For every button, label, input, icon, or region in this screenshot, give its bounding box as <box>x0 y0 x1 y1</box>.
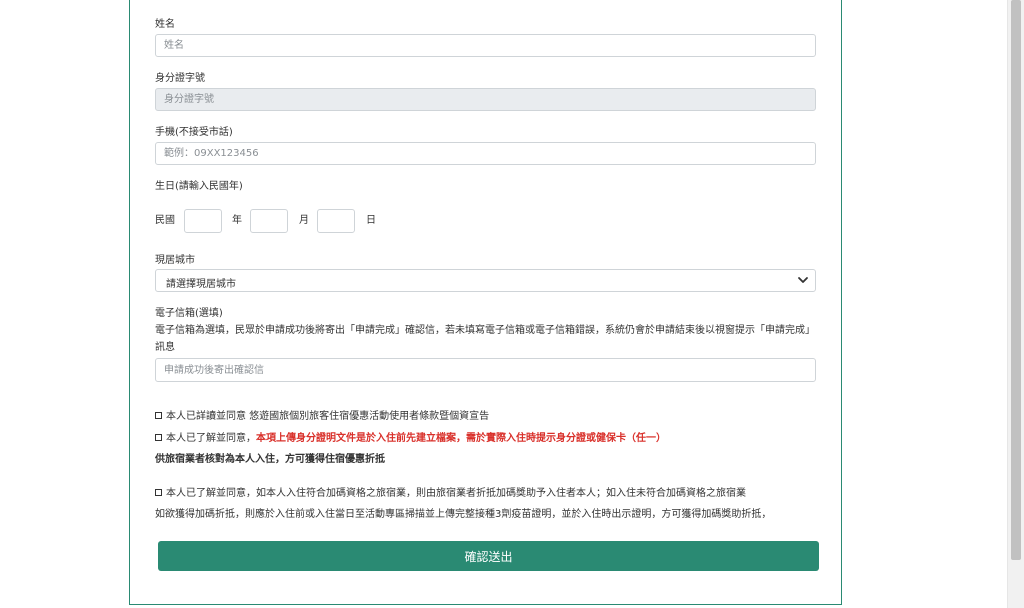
bonus-text-line-1: 本人已了解並同意，如本人入住符合加碼資格之旅宿業，則由旅宿業者折抵加碼獎助予入住… <box>166 488 746 499</box>
email-description: 電子信箱為選填，民眾於申請成功後將寄出「申請完成」確認信，若未填寫電子信箱或電子… <box>155 325 815 353</box>
submit-button[interactable]: 確認送出 <box>158 541 819 571</box>
year-label: 年 <box>232 215 242 226</box>
name-input[interactable] <box>155 34 816 57</box>
birth-month-input[interactable] <box>250 209 288 233</box>
birth-year-input[interactable] <box>184 209 222 233</box>
city-label: 現居城市 <box>155 255 195 266</box>
mobile-input[interactable] <box>155 142 816 165</box>
terms-agreement: 本人已詳讀並同意 悠遊國旅個別旅客住宿優惠活動使用者條款暨個資宣告 <box>155 407 489 422</box>
scrollbar-track[interactable] <box>1007 0 1024 608</box>
birth-day-input[interactable] <box>317 209 355 233</box>
name-label: 姓名 <box>155 19 175 30</box>
id-doc-prefix: 本人已了解並同意， <box>166 433 256 444</box>
bonus-checkbox[interactable] <box>155 488 162 496</box>
id-doc-notice: 本項上傳身分證明文件是於入住前先建立檔案，需於實際入住時提示身分證或健保卡（任一… <box>256 433 666 444</box>
email-label: 電子信箱(選填) <box>155 308 223 319</box>
era-label: 民國 <box>155 215 175 226</box>
bonus-agreement: 本人已了解並同意，如本人入住符合加碼資格之旅宿業，則由旅宿業者折抵加碼獎助予入住… <box>155 484 746 499</box>
id-doc-agreement: 本人已了解並同意，本項上傳身分證明文件是於入住前先建立檔案，需於實際入住時提示身… <box>155 429 666 444</box>
terms-text: 本人已詳讀並同意 悠遊國旅個別旅客住宿優惠活動使用者條款暨個資宣告 <box>166 411 490 422</box>
terms-checkbox[interactable] <box>155 411 162 419</box>
city-selected-value: 請選擇現居城市 <box>166 279 236 290</box>
scrollbar-thumb[interactable] <box>1011 0 1021 560</box>
mobile-label: 手機(不接受市話) <box>155 127 233 138</box>
day-label: 日 <box>366 215 376 226</box>
city-select[interactable]: 請選擇現居城市 <box>155 269 816 292</box>
id-doc-checkbox[interactable] <box>155 433 162 441</box>
month-label: 月 <box>299 215 309 226</box>
chevron-down-icon <box>798 277 808 283</box>
email-input[interactable] <box>155 358 816 382</box>
id-doc-notice-continued: 供旅宿業者核對為本人入住，方可獲得住宿優惠折抵 <box>155 454 385 465</box>
bonus-text-line-2: 如欲獲得加碼折抵，則應於入住前或入住當日至活動專區掃描並上傳完整接種3劑疫苗證明… <box>155 509 772 520</box>
id-number-label: 身分證字號 <box>155 73 205 84</box>
birthday-label: 生日(請輸入民國年) <box>155 181 243 192</box>
id-number-input <box>155 88 816 111</box>
